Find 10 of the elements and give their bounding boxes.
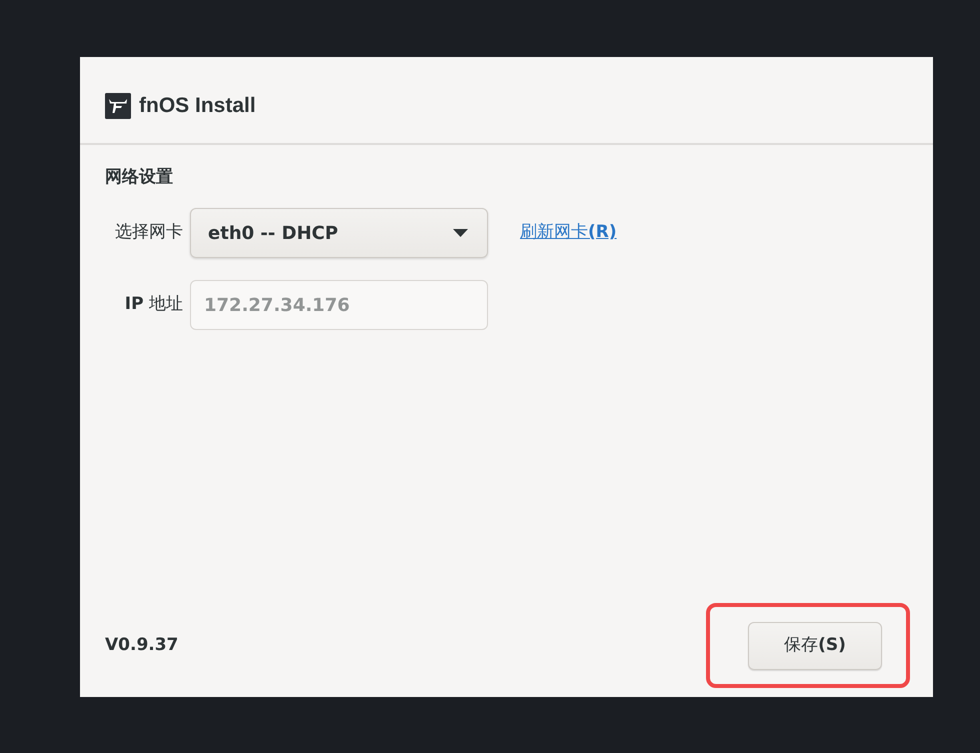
window-title: fnOS Install xyxy=(139,93,256,120)
version-text: V0.9.37 xyxy=(105,634,178,657)
field-label: IP 地址 xyxy=(124,293,183,316)
save-button[interactable]: 保存(S) xyxy=(748,622,882,670)
field-label: 选择网卡 xyxy=(114,221,183,244)
logo-icon xyxy=(105,93,131,119)
refresh-link[interactable]: 刷新网卡(R) xyxy=(520,220,617,246)
network-card-dropdown[interactable]: eth0 -- DHCP xyxy=(190,208,488,258)
caret-icon xyxy=(453,229,468,237)
section-title: 网络设置 xyxy=(105,166,173,188)
